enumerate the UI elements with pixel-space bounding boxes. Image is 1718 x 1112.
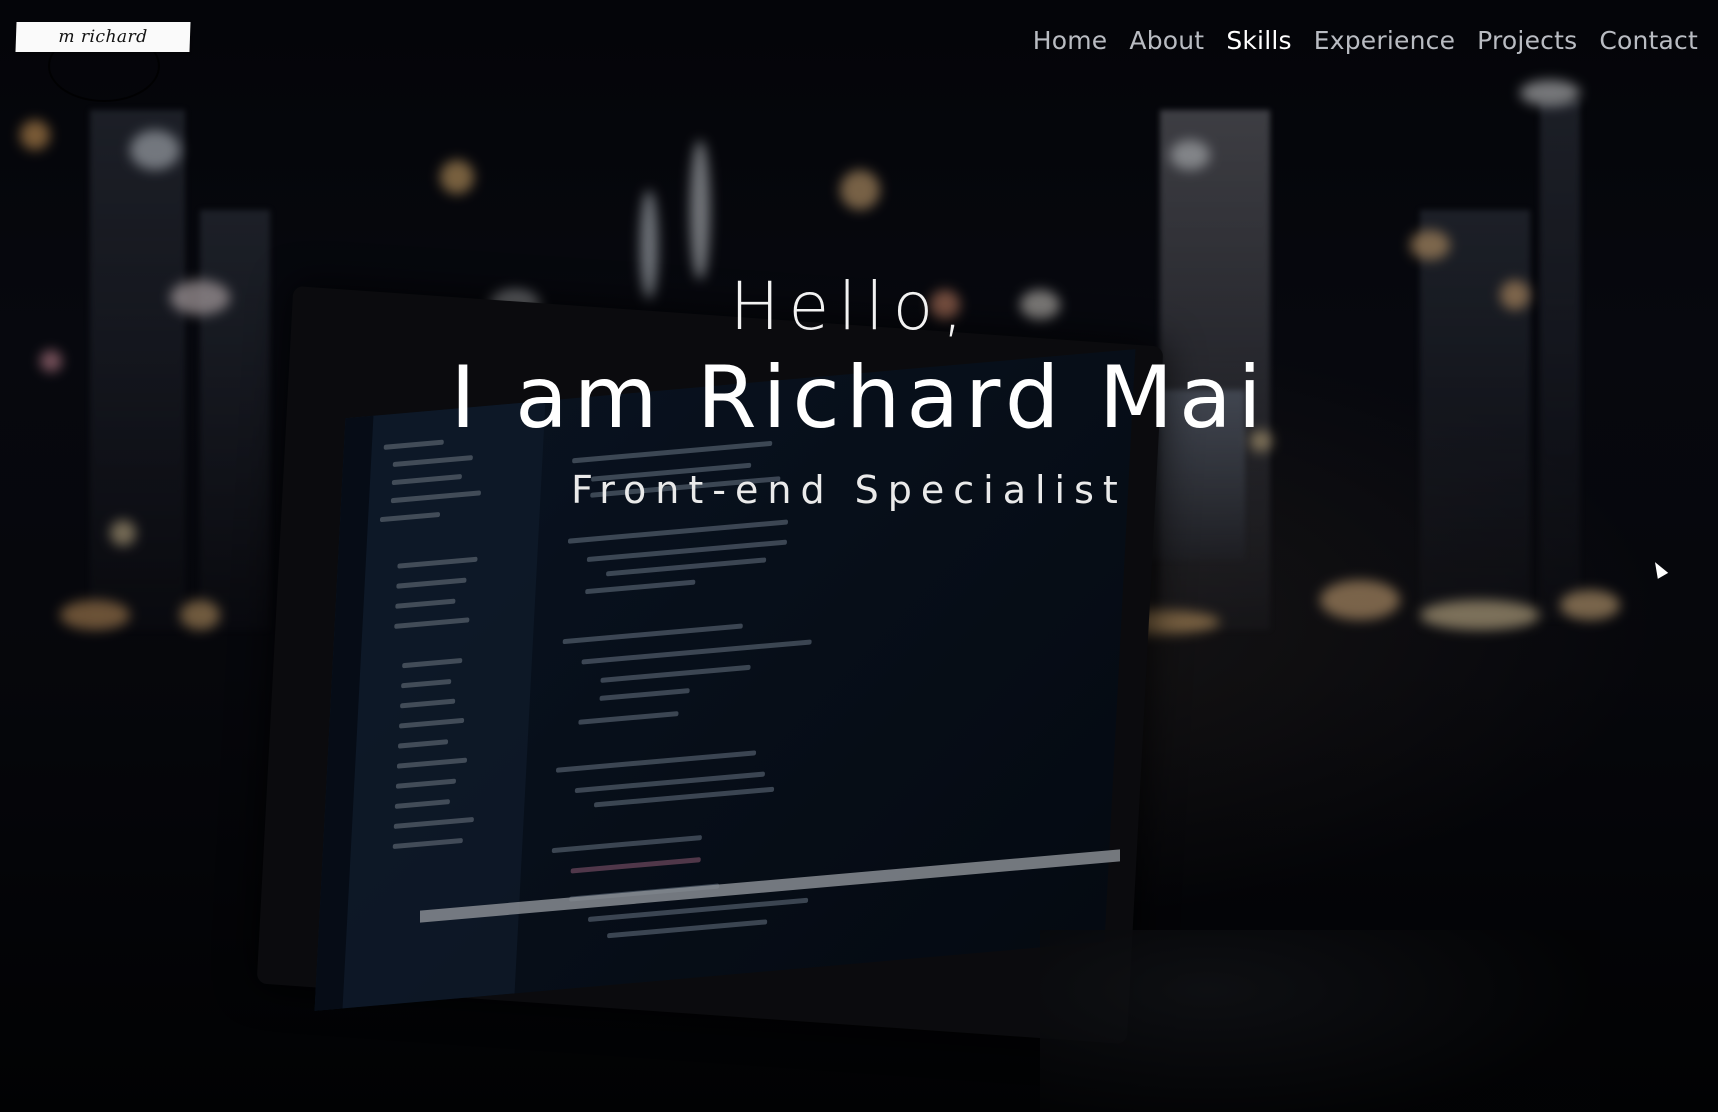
hero-section: m richard Home About Skills Experience P… (0, 0, 1718, 1112)
main-nav: Home About Skills Experience Projects Co… (1033, 20, 1698, 60)
nav-projects[interactable]: Projects (1477, 26, 1577, 55)
nav-about[interactable]: About (1129, 26, 1204, 55)
hero-name: I am Richard Mai (450, 348, 1268, 448)
hero-role: Front-end Specialist (571, 468, 1127, 512)
site-logo[interactable]: m richard (15, 22, 191, 52)
nav-home[interactable]: Home (1033, 26, 1108, 55)
logo-text: m richard (58, 27, 148, 47)
hero-greeting: Hello, (729, 268, 973, 345)
nav-experience[interactable]: Experience (1314, 26, 1455, 55)
nav-skills[interactable]: Skills (1226, 26, 1291, 55)
nav-contact[interactable]: Contact (1599, 26, 1698, 55)
